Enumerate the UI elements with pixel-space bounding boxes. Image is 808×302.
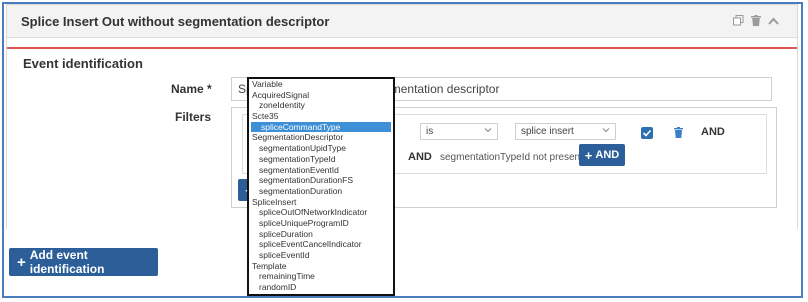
dropdown-option[interactable]: segmentationEventId bbox=[249, 165, 393, 176]
chevron-up-icon[interactable] bbox=[768, 17, 779, 25]
dropdown-group-header: Variable bbox=[252, 79, 283, 89]
dropdown-option[interactable]: spliceOutOfNetworkIndicator bbox=[249, 207, 393, 218]
dropdown-option[interactable]: segmentationUpidType bbox=[249, 143, 393, 154]
delete-icon[interactable] bbox=[751, 15, 761, 26]
plus-icon: + bbox=[17, 253, 26, 271]
chevron-down-icon bbox=[602, 128, 610, 133]
dropdown-option[interactable]: remainingTime bbox=[249, 271, 393, 282]
panel-body: Event identification Name * Splice Inser… bbox=[7, 39, 797, 229]
dropdown-option[interactable]: spliceCommandType bbox=[251, 121, 391, 133]
dropdown-option[interactable]: segmentationDuration bbox=[249, 186, 393, 197]
panel-header-actions bbox=[733, 15, 779, 26]
filter-condition-text: segmentationTypeId not present bbox=[440, 152, 583, 163]
screenshot-frame: Splice Insert Out without segmentation d… bbox=[2, 2, 803, 298]
filter-checkbox[interactable] bbox=[641, 127, 653, 139]
dropdown-group-header: SpliceInsert bbox=[252, 196, 297, 207]
dropdown-group-header: SegmentationDescriptor bbox=[252, 132, 344, 143]
dropdown-group-header: AcquiredSignal bbox=[252, 89, 310, 100]
dropdown-group-header: Scte35 bbox=[252, 111, 279, 122]
dropdown-option[interactable]: spliceEventCancelIndicator bbox=[249, 239, 393, 250]
dropdown-option[interactable]: zoneIdentity bbox=[249, 100, 393, 111]
name-label: Name * bbox=[171, 82, 212, 96]
dropdown-group-header: Template bbox=[252, 260, 287, 271]
add-and-label: AND bbox=[595, 149, 620, 161]
add-event-identification-label: Add event identification bbox=[29, 248, 105, 276]
variable-dropdown-menu[interactable]: Variable AcquiredSignal zoneIdentity Scte35… bbox=[247, 77, 395, 296]
and-label-row2: AND bbox=[408, 151, 432, 163]
copy-icon[interactable] bbox=[733, 15, 744, 26]
dropdown-option[interactable]: spliceEventId bbox=[249, 250, 393, 261]
operator-select[interactable]: is bbox=[420, 123, 498, 140]
check-icon bbox=[642, 129, 652, 137]
panel-header: Splice Insert Out without segmentation d… bbox=[7, 5, 797, 38]
dropdown-option[interactable]: randomID bbox=[249, 282, 393, 293]
dropdown-option[interactable]: spliceDuration bbox=[249, 229, 393, 240]
plus-icon: + bbox=[584, 147, 593, 163]
operator-select-value: is bbox=[426, 126, 434, 137]
dropdown-option[interactable]: segmentationDurationFS bbox=[249, 175, 393, 186]
filters-label: Filters bbox=[175, 110, 212, 124]
event-panel: Splice Insert Out without segmentation d… bbox=[6, 4, 798, 229]
and-label-row1: AND bbox=[701, 126, 725, 138]
trash-icon[interactable] bbox=[674, 127, 683, 141]
value-select[interactable]: splice insert bbox=[515, 123, 616, 140]
chevron-down-icon bbox=[484, 128, 492, 133]
section-divider bbox=[7, 47, 797, 49]
dropdown-option[interactable]: spliceUniqueProgramID bbox=[249, 218, 393, 229]
dropdown-option[interactable]: segmentationTypeId bbox=[249, 154, 393, 165]
add-and-button[interactable]: + AND bbox=[579, 144, 625, 166]
panel-title: Splice Insert Out without segmentation d… bbox=[21, 14, 330, 29]
section-title: Event identification bbox=[23, 56, 143, 71]
value-select-value: splice insert bbox=[521, 126, 574, 137]
add-event-identification-button[interactable]: + Add event identification bbox=[9, 248, 158, 276]
